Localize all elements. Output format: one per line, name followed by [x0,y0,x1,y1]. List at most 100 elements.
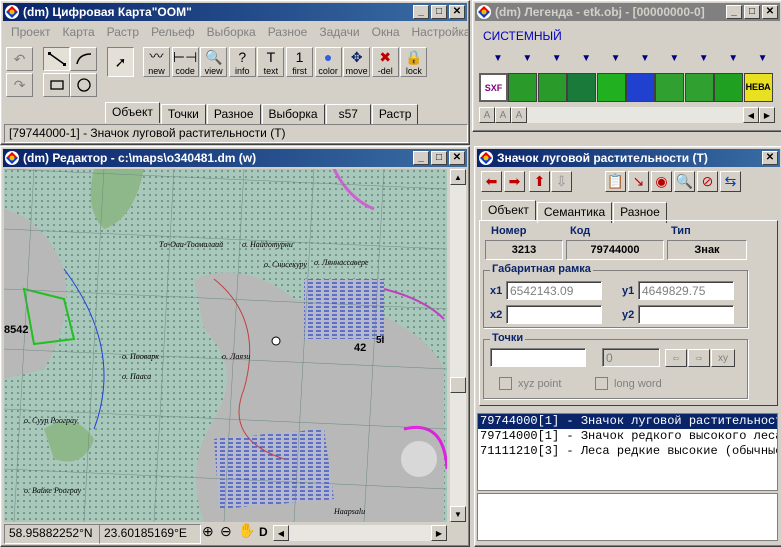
select-tool-button[interactable]: ➚ [107,47,134,77]
point-index-field[interactable]: 0 [602,348,660,367]
scroll-thumb[interactable] [450,377,466,393]
legend-expand-arrow[interactable]: ▼ [699,53,709,64]
pan-hand-icon[interactable]: ✋ [238,522,255,539]
legend-section-label[interactable]: СИСТЕМНЫЙ [483,29,562,43]
close-button[interactable]: ✕ [762,5,778,19]
maximize-button[interactable]: □ [744,5,760,19]
direction-button[interactable]: ↘ [628,171,649,192]
zoom-out-icon[interactable]: ⊖ [220,523,232,540]
zoom-object-button[interactable]: 🔍 [674,171,695,192]
menu-tasks[interactable]: Задачи [313,24,365,42]
tab-s57[interactable]: s57 [325,104,371,125]
legend-expand-arrow[interactable]: ▼ [611,53,621,64]
copy-attributes-button[interactable]: 📋 [605,171,626,192]
legend-expand-arrow[interactable]: ▼ [552,53,562,64]
list-item[interactable]: 79744000[1] - Значок луговой растительно… [478,414,777,429]
tab-raster[interactable]: Растр [371,104,419,125]
point-next-button[interactable]: ⇨ [688,349,710,367]
up-object-button[interactable]: ⬆ [529,171,550,192]
scroll-left-button[interactable]: ◀ [743,107,759,123]
legend-expand-arrow[interactable]: ▼ [581,53,591,64]
minimize-button[interactable]: _ [413,5,429,19]
arc-tool-button[interactable] [70,47,97,71]
close-button[interactable]: ✕ [449,151,465,165]
legend-expand-arrow[interactable]: ▼ [669,53,679,64]
close-button[interactable]: ✕ [762,151,778,165]
legend-symbol-cell[interactable] [655,73,685,102]
legend-expand-arrow[interactable]: ▼ [522,53,532,64]
legend-expand-arrow[interactable]: ▼ [758,53,768,64]
xy-button[interactable]: xy [711,349,735,367]
y2-field[interactable] [638,305,734,324]
tab-object[interactable]: Объект [481,200,536,221]
list-item[interactable]: 79714000[1] - Значок редкого высокого ле… [478,429,777,444]
legend-symbol-cell[interactable] [508,73,538,102]
prev-object-button[interactable]: ⬅ [481,171,502,192]
color-tool-button[interactable]: ● color [314,47,342,77]
next-object-button[interactable]: ➡ [504,171,525,192]
menu-misc[interactable]: Разное [262,24,314,42]
scroll-left-button[interactable]: ◀ [273,525,289,541]
maximize-button[interactable]: □ [431,151,447,165]
view-object-button[interactable]: ◉ [651,171,672,192]
legend-expand-arrow[interactable]: ▼ [728,53,738,64]
x2-field[interactable] [506,305,602,324]
legend-symbol-cell[interactable]: SXF [479,73,508,102]
undo-button[interactable]: ↶ [6,47,33,71]
rect-tool-button[interactable] [43,73,70,97]
menu-map[interactable]: Карта [57,24,101,42]
scroll-right-button[interactable]: ▶ [431,525,447,541]
scroll-right-button[interactable]: ▶ [759,107,775,123]
tab-points[interactable]: Точки [160,104,206,125]
legend-symbol-cell[interactable] [596,73,626,102]
settings-button[interactable]: ⇆ [720,171,741,192]
menu-selection[interactable]: Выборка [201,24,262,42]
menu-windows[interactable]: Окна [366,24,406,42]
point-prev-button[interactable]: ⇦ [665,349,687,367]
move-tool-button[interactable]: ✥ move [343,47,371,77]
editor-titlebar[interactable]: (dm) Редактор - c:\maps\o340481.dm (w) _… [3,149,467,167]
menu-settings[interactable]: Настройка [406,24,469,42]
redo-button[interactable]: ↷ [6,73,33,97]
long-word-checkbox[interactable]: long word [595,377,662,390]
text-tool-button[interactable]: Ttext [257,47,285,77]
format-button-1[interactable]: A [479,107,495,123]
circle-tool-button[interactable] [70,73,97,97]
maximize-button[interactable]: □ [431,5,447,19]
menu-project[interactable]: Проект [5,24,57,42]
line-tool-button[interactable] [43,47,70,71]
legend-expand-arrow[interactable]: ▼ [640,53,650,64]
minimize-button[interactable]: _ [726,5,742,19]
x1-field[interactable]: 6542143.09 [506,281,602,300]
menu-relief[interactable]: Рельеф [145,24,201,42]
legend-symbol-cell[interactable] [714,73,744,102]
map-horizontal-scrollbar[interactable]: ◀ ▶ [273,525,447,541]
close-button[interactable]: ✕ [449,5,465,19]
format-button-2[interactable]: A [495,107,511,123]
y1-field[interactable]: 4649829.75 [638,281,734,300]
legend-symbol-cell[interactable]: НЕВА [743,73,773,102]
delete-object-button[interactable]: ⊘ [697,171,718,192]
first-tool-button[interactable]: 1 first [286,47,313,77]
scroll-up-button[interactable]: ▲ [450,169,466,185]
map-canvas[interactable]: о. Найдотурни о. Ляннассавере о. Снисеку… [4,169,447,522]
format-button-3[interactable]: A [511,107,527,123]
view-tool-button[interactable]: 🔍 view [200,47,228,77]
tab-misc[interactable]: Разное [206,104,261,125]
legend-symbol-cell[interactable] [567,73,597,102]
legend-symbol-cell[interactable] [684,73,714,102]
legend-symbol-cell[interactable] [626,73,655,102]
minimize-button[interactable]: _ [413,151,429,165]
legend-titlebar[interactable]: (dm) Легенда - etk.obj - [00000000-0] _ … [475,3,780,21]
info-tool-button[interactable]: ? info [228,47,256,77]
code-tool-button[interactable]: ⊢⊣ code [171,47,199,77]
map-vertical-scrollbar[interactable]: ▲ ▼ [450,169,466,522]
object-notes-area[interactable] [477,493,778,541]
d-button[interactable]: D [259,525,268,539]
xyz-point-checkbox[interactable]: xyz point [499,377,561,390]
lock-tool-button[interactable]: 🔒 lock [400,47,428,77]
points-field[interactable] [490,348,586,367]
legend-symbol-cell[interactable] [537,73,567,102]
del-tool-button[interactable]: ✖ -del [371,47,399,77]
tab-object[interactable]: Объект [105,102,160,123]
